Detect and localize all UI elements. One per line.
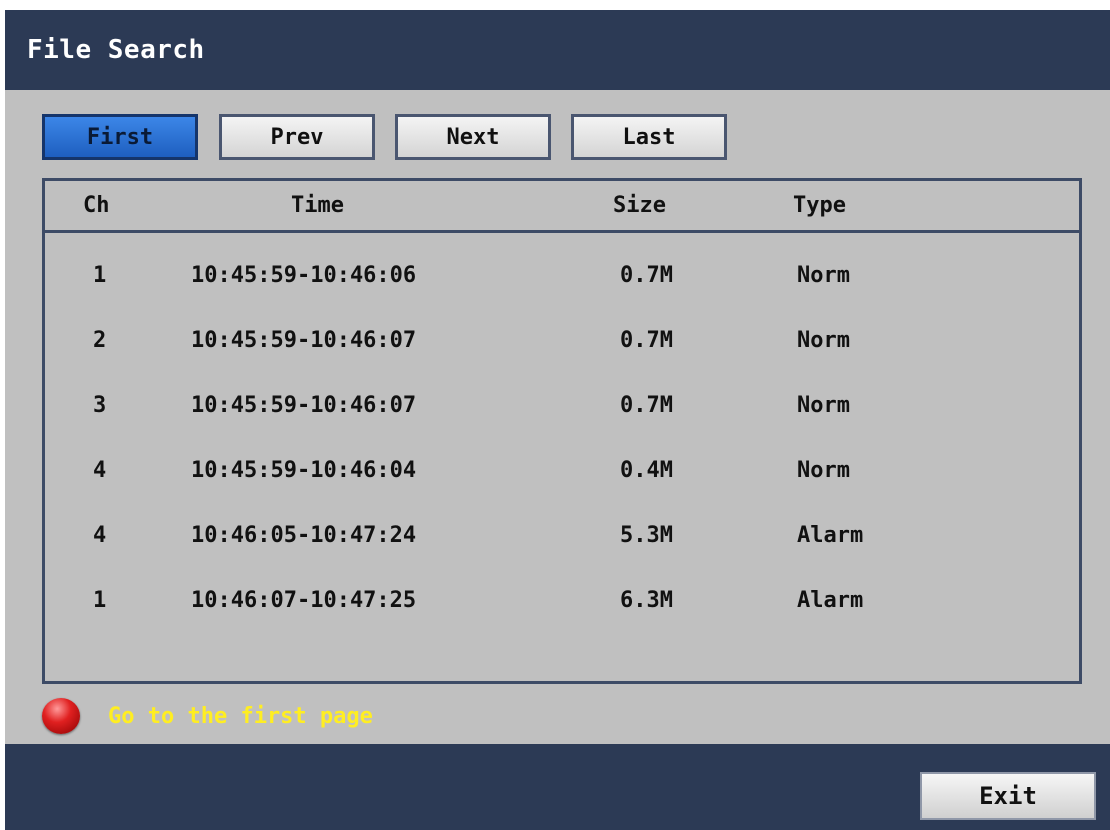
cell-type: Alarm — [797, 523, 864, 548]
title-bar: File Search — [5, 10, 1110, 90]
cell-time: 10:45:59-10:46:06 — [191, 263, 417, 288]
exit-button[interactable]: Exit — [920, 772, 1096, 820]
cell-ch: 3 — [93, 393, 107, 418]
status-message: Go to the first page — [108, 703, 373, 729]
status-line: Go to the first page — [42, 696, 373, 736]
cell-size: 0.4M — [620, 458, 673, 483]
cell-time: 10:46:05-10:47:24 — [191, 523, 417, 548]
cell-type: Norm — [797, 393, 850, 418]
cell-size: 6.3M — [620, 588, 673, 613]
column-header-ch: Ch — [83, 193, 110, 218]
cell-ch: 1 — [93, 588, 107, 613]
table-row[interactable]: 1 10:46:07-10:47:25 6.3M Alarm — [45, 588, 1079, 648]
cell-size: 0.7M — [620, 393, 673, 418]
table-row[interactable]: 1 10:45:59-10:46:06 0.7M Norm — [45, 263, 1079, 323]
file-list-table: Ch Time Size Type 1 10:45:59-10:46:06 0.… — [42, 178, 1082, 684]
cell-time: 10:45:59-10:46:04 — [191, 458, 417, 483]
cell-size: 5.3M — [620, 523, 673, 548]
cell-ch: 2 — [93, 328, 107, 353]
file-search-screen: File Search First Prev Next Last Ch Time… — [0, 0, 1110, 830]
first-page-button[interactable]: First — [42, 114, 198, 160]
table-row[interactable]: 2 10:45:59-10:46:07 0.7M Norm — [45, 328, 1079, 388]
cell-time: 10:45:59-10:46:07 — [191, 393, 417, 418]
cell-ch: 1 — [93, 263, 107, 288]
cell-time: 10:46:07-10:47:25 — [191, 588, 417, 613]
cell-ch: 4 — [93, 458, 107, 483]
table-row[interactable]: 4 10:46:05-10:47:24 5.3M Alarm — [45, 523, 1079, 583]
cell-size: 0.7M — [620, 328, 673, 353]
cell-time: 10:45:59-10:46:07 — [191, 328, 417, 353]
window-title: File Search — [27, 35, 205, 65]
cell-size: 0.7M — [620, 263, 673, 288]
cell-ch: 4 — [93, 523, 107, 548]
table-row[interactable]: 3 10:45:59-10:46:07 0.7M Norm — [45, 393, 1079, 453]
column-header-time: Time — [291, 193, 344, 218]
cell-type: Norm — [797, 263, 850, 288]
table-header: Ch Time Size Type — [45, 181, 1079, 233]
red-led-icon — [42, 698, 80, 734]
prev-page-button[interactable]: Prev — [219, 114, 375, 160]
column-header-type: Type — [793, 193, 846, 218]
last-page-button[interactable]: Last — [571, 114, 727, 160]
column-header-size: Size — [613, 193, 666, 218]
cell-type: Norm — [797, 328, 850, 353]
table-row[interactable]: 4 10:45:59-10:46:04 0.4M Norm — [45, 458, 1079, 518]
next-page-button[interactable]: Next — [395, 114, 551, 160]
cell-type: Alarm — [797, 588, 864, 613]
cell-type: Norm — [797, 458, 850, 483]
